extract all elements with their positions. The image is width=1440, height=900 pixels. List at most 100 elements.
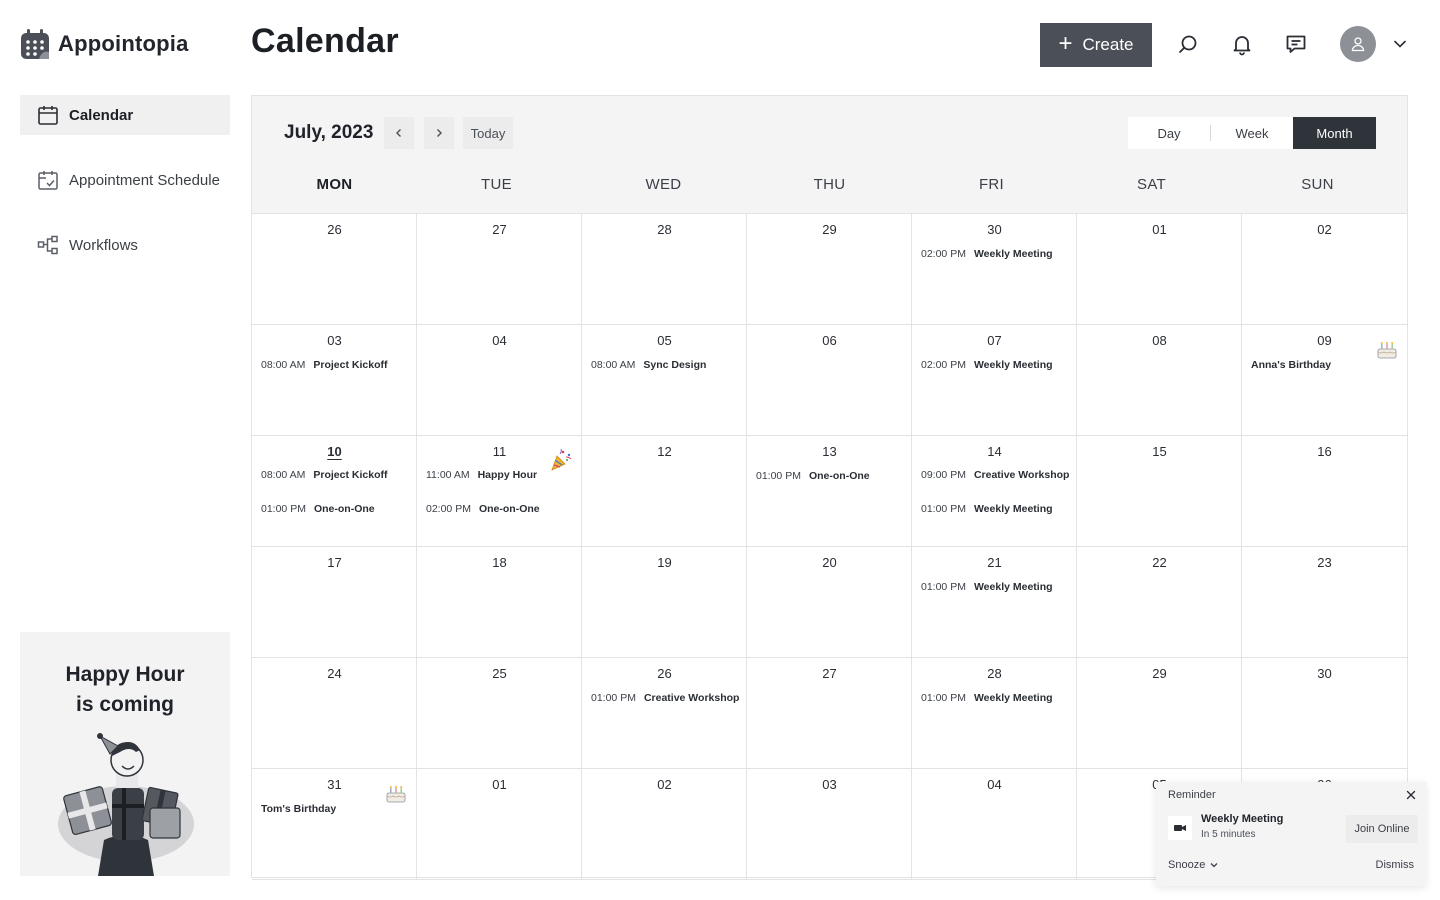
day-cell[interactable]: 20	[747, 547, 912, 658]
day-cell[interactable]: 23	[1242, 547, 1407, 658]
promo-title-line-2: is coming	[75, 693, 175, 716]
day-cell[interactable]: 24	[252, 658, 417, 769]
day-cell[interactable]: 03 08:00 AM Project Kickoff	[252, 325, 417, 436]
chevron-left-icon	[396, 129, 401, 137]
day-cell[interactable]: 02	[582, 769, 747, 880]
calendar-event[interactable]: 11:00 AM Happy Hour	[426, 469, 537, 481]
day-cell[interactable]: 29	[747, 214, 912, 325]
sidebar-item-calendar[interactable]: Calendar	[20, 95, 230, 135]
calendar-event[interactable]: 02:00 PM Weekly Meeting	[921, 248, 1053, 260]
event-time: 08:00 AM	[261, 469, 306, 481]
calendar-event[interactable]: 02:00 PM Weekly Meeting	[921, 359, 1053, 371]
day-cell[interactable]: 28 01:00 PM Weekly Meeting	[912, 658, 1077, 769]
day-cell[interactable]: 16	[1242, 436, 1407, 547]
day-cell[interactable]: 12	[582, 436, 747, 547]
prev-month-button[interactable]	[384, 117, 414, 149]
day-cell[interactable]: 01	[1077, 214, 1242, 325]
day-cell[interactable]: 27	[747, 658, 912, 769]
day-cell[interactable]: 30 02:00 PM Weekly Meeting	[912, 214, 1077, 325]
day-number: 17	[327, 555, 342, 570]
day-number: 22	[1152, 555, 1167, 570]
day-number: 06	[822, 333, 837, 348]
day-cell[interactable]: 05 08:00 AM Sync Design	[582, 325, 747, 436]
day-cell[interactable]: 07 02:00 PM Weekly Meeting	[912, 325, 1077, 436]
day-cell[interactable]: 31 Tom's Birthday	[252, 769, 417, 880]
day-cell[interactable]: 29	[1077, 658, 1242, 769]
day-cell[interactable]: 22	[1077, 547, 1242, 658]
calendar-event[interactable]: 01:00 PM Creative Workshop	[591, 692, 739, 704]
day-cell[interactable]: 19	[582, 547, 747, 658]
calendar-event[interactable]: 01:00 PM Weekly Meeting	[921, 692, 1053, 704]
day-number: 20	[822, 555, 837, 570]
sidebar-item-appointment-schedule[interactable]: Appointment Schedule	[20, 160, 230, 200]
day-number: 23	[1317, 555, 1332, 570]
create-button[interactable]: + Create	[1040, 23, 1152, 67]
day-cell[interactable]: 27	[417, 214, 582, 325]
view-day-button[interactable]: Day	[1128, 117, 1210, 149]
day-cell[interactable]: 18	[417, 547, 582, 658]
chat-icon[interactable]	[1284, 32, 1308, 56]
calendar-event[interactable]: 08:00 AM Project Kickoff	[261, 469, 387, 481]
day-cell[interactable]: 25	[417, 658, 582, 769]
calendar-event[interactable]: 08:00 AM Sync Design	[591, 359, 706, 371]
day-cell[interactable]: 01	[417, 769, 582, 880]
calendar-event[interactable]: 01:00 PM One-on-One	[261, 503, 375, 515]
today-button[interactable]: Today	[463, 117, 513, 149]
view-switcher: Day Week Month	[1128, 117, 1376, 149]
day-cell[interactable]: 21 01:00 PM Weekly Meeting	[912, 547, 1077, 658]
day-number: 08	[1152, 333, 1167, 348]
day-cell[interactable]: 28	[582, 214, 747, 325]
view-month-button[interactable]: Month	[1293, 117, 1376, 149]
day-cell[interactable]: 26 01:00 PM Creative Workshop	[582, 658, 747, 769]
calendar-event[interactable]: 08:00 AM Project Kickoff	[261, 359, 387, 371]
day-cell[interactable]: 14 09:00 PM Creative Workshop 01:00 PM Weekl…	[912, 436, 1077, 547]
day-cell[interactable]: 06	[747, 325, 912, 436]
chevron-down-icon[interactable]	[1392, 36, 1408, 52]
day-cell[interactable]: 17	[252, 547, 417, 658]
calendar-event[interactable]: 09:00 PM Creative Workshop	[921, 469, 1069, 481]
day-cell[interactable]: 02	[1242, 214, 1407, 325]
event-title: Happy Hour	[477, 469, 538, 481]
calendar-event[interactable]: Anna's Birthday	[1251, 359, 1331, 371]
day-number: 21	[987, 555, 1002, 570]
reminder-card: Weekly Meeting In 5 minutes Join Online	[1166, 812, 1418, 846]
calendar-event[interactable]: 02:00 PM One-on-One	[426, 503, 540, 515]
day-number: 30	[987, 222, 1002, 237]
event-title: Weekly Meeting	[973, 248, 1053, 260]
calendar-event[interactable]: 01:00 PM One-on-One	[756, 470, 870, 482]
create-button-label: Create	[1082, 35, 1134, 54]
day-number: 25	[492, 666, 507, 681]
day-cell[interactable]: 04	[912, 769, 1077, 880]
brand[interactable]: Appointopia	[20, 28, 189, 60]
snooze-dropdown[interactable]: Snooze	[1168, 859, 1219, 871]
calendar-event[interactable]: Tom's Birthday	[261, 803, 336, 815]
day-cell[interactable]: 09 Anna's Birthday	[1242, 325, 1407, 436]
dismiss-button[interactable]: Dismiss	[1376, 859, 1415, 871]
day-cell[interactable]: 13 01:00 PM One-on-One	[747, 436, 912, 547]
day-cell[interactable]: 11 11:00 AM Happy Hour 02:00 PM One-on-One	[417, 436, 582, 547]
day-cell[interactable]: 15	[1077, 436, 1242, 547]
next-month-button[interactable]	[424, 117, 454, 149]
calendar-event[interactable]: 01:00 PM Weekly Meeting	[921, 581, 1053, 593]
promo-card[interactable]: Happy Hour is coming	[20, 632, 230, 876]
avatar[interactable]	[1340, 26, 1376, 62]
day-cell[interactable]: 30	[1242, 658, 1407, 769]
day-cell[interactable]: 03	[747, 769, 912, 880]
event-title: Project Kickoff	[313, 469, 388, 481]
sidebar-item-label: Workflows	[69, 236, 138, 254]
join-online-button[interactable]: Join Online	[1346, 815, 1418, 843]
day-cell[interactable]: 26	[252, 214, 417, 325]
event-time: 01:00 PM	[921, 503, 966, 515]
sidebar-item-workflows[interactable]: Workflows	[20, 225, 230, 265]
event-title: Weekly Meeting	[973, 692, 1053, 704]
calendar-event[interactable]: 01:00 PM Weekly Meeting	[921, 503, 1053, 515]
search-icon[interactable]	[1176, 32, 1200, 56]
video-camera-icon	[1168, 816, 1192, 840]
bell-icon[interactable]	[1230, 32, 1254, 56]
close-icon[interactable]	[1404, 788, 1418, 802]
day-cell[interactable]: 08	[1077, 325, 1242, 436]
day-cell[interactable]: 04	[417, 325, 582, 436]
calendar-icon	[38, 106, 58, 125]
day-cell[interactable]: 10 08:00 AM Project Kickoff 01:00 PM One-on-…	[252, 436, 417, 547]
view-week-button[interactable]: Week	[1211, 117, 1293, 149]
